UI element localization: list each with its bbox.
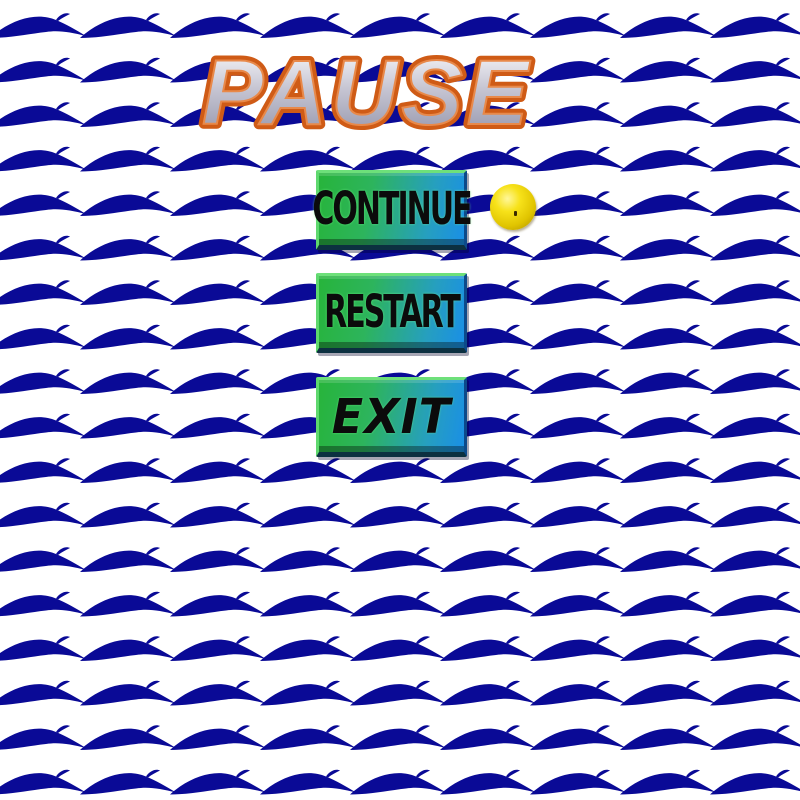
restart-button-label: RESTART <box>324 285 461 339</box>
restart-button[interactable]: RESTART <box>316 273 467 353</box>
continue-button-label: CONTINUE <box>312 182 472 236</box>
pause-title-text: PAUSE <box>202 42 532 144</box>
yellow-ball-icon <box>490 184 536 230</box>
exit-button[interactable]: EXIT <box>316 377 467 457</box>
continue-button[interactable]: CONTINUE <box>312 170 473 250</box>
pause-title: PAUSE PAUSE <box>196 28 566 149</box>
exit-button-label: EXIT <box>331 387 452 445</box>
